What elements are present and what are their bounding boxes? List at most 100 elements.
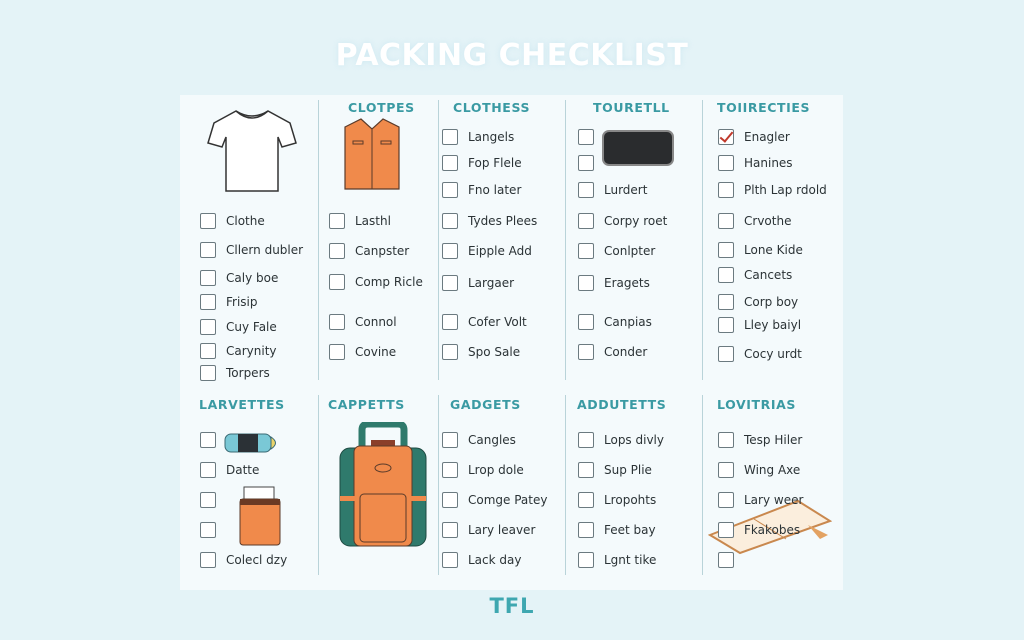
checkbox[interactable]	[442, 182, 458, 198]
checkbox[interactable]	[200, 343, 216, 359]
checkbox[interactable]	[718, 522, 734, 538]
checklist-item[interactable]	[200, 521, 216, 539]
checkbox[interactable]	[442, 522, 458, 538]
checkbox[interactable]	[442, 462, 458, 478]
checkbox[interactable]	[578, 275, 594, 291]
checkbox[interactable]	[578, 462, 594, 478]
checklist-item[interactable]	[578, 154, 594, 172]
checkbox[interactable]	[200, 522, 216, 538]
checklist-item[interactable]: Feet bay	[578, 521, 656, 539]
checkbox[interactable]	[718, 129, 734, 145]
checklist-item[interactable]: Covine	[329, 343, 396, 361]
checkbox[interactable]	[200, 552, 216, 568]
checklist-item[interactable]: Lropohts	[578, 491, 656, 509]
checkbox[interactable]	[442, 314, 458, 330]
checkbox[interactable]	[718, 492, 734, 508]
checkbox[interactable]	[578, 182, 594, 198]
checklist-item[interactable]: Comge Patey	[442, 491, 547, 509]
checkbox[interactable]	[718, 242, 734, 258]
checkbox[interactable]	[718, 294, 734, 310]
checklist-item[interactable]: Corp boy	[718, 293, 798, 311]
checklist-item[interactable]: Tydes Plees	[442, 212, 537, 230]
checkbox[interactable]	[718, 462, 734, 478]
checklist-item[interactable]: Lary leaver	[442, 521, 535, 539]
checklist-item[interactable]	[578, 128, 594, 146]
checklist-item[interactable]: Caly boe	[200, 269, 278, 287]
checklist-item[interactable]: Cllern dubler	[200, 241, 303, 259]
checklist-item[interactable]: Torpers	[200, 364, 270, 382]
checkbox[interactable]	[442, 344, 458, 360]
checklist-item[interactable]: Eragets	[578, 274, 650, 292]
checkbox[interactable]	[329, 274, 345, 290]
checkbox[interactable]	[329, 243, 345, 259]
checklist-item[interactable]: Lasthl	[329, 212, 391, 230]
checklist-item[interactable]: Lary weer	[718, 491, 803, 509]
checkbox[interactable]	[718, 317, 734, 333]
checkbox[interactable]	[442, 552, 458, 568]
checkbox[interactable]	[578, 344, 594, 360]
checklist-item[interactable]: Cocy urdt	[718, 345, 802, 363]
checkbox[interactable]	[578, 243, 594, 259]
checkbox[interactable]	[718, 182, 734, 198]
checkbox[interactable]	[200, 242, 216, 258]
checklist-item[interactable]: Langels	[442, 128, 514, 146]
checkbox[interactable]	[329, 213, 345, 229]
checkbox[interactable]	[200, 432, 216, 448]
checklist-item[interactable]: Cancets	[718, 266, 792, 284]
checklist-item[interactable]: Enagler	[718, 128, 790, 146]
checklist-item[interactable]: Lley baiyl	[718, 316, 801, 334]
checkbox[interactable]	[718, 155, 734, 171]
checklist-item[interactable]: Eipple Add	[442, 242, 532, 260]
checklist-item[interactable]: Frisip	[200, 293, 258, 311]
checklist-item[interactable]: Conder	[578, 343, 647, 361]
checklist-item[interactable]: Connol	[329, 313, 397, 331]
checklist-item[interactable]: Crvothe	[718, 212, 791, 230]
checklist-item[interactable]: Largaer	[442, 274, 514, 292]
checklist-item[interactable]: Lops divly	[578, 431, 664, 449]
checkbox[interactable]	[442, 155, 458, 171]
checklist-item[interactable]	[200, 431, 216, 449]
checkbox[interactable]	[442, 432, 458, 448]
checkbox[interactable]	[578, 129, 594, 145]
checkbox[interactable]	[442, 275, 458, 291]
checkbox[interactable]	[718, 213, 734, 229]
checkbox[interactable]	[200, 213, 216, 229]
checklist-item[interactable]	[718, 551, 734, 569]
checklist-item[interactable]: Lurdert	[578, 181, 647, 199]
checklist-item[interactable]	[200, 491, 216, 509]
checkbox[interactable]	[329, 344, 345, 360]
checklist-item[interactable]: Datte	[200, 461, 259, 479]
checkbox[interactable]	[200, 294, 216, 310]
checklist-item[interactable]: Cangles	[442, 431, 516, 449]
checkbox[interactable]	[578, 432, 594, 448]
checklist-item[interactable]: Plth Lap rdold	[718, 181, 827, 199]
checklist-item[interactable]: Corpy roet	[578, 212, 667, 230]
checklist-item[interactable]: Canpias	[578, 313, 652, 331]
checklist-item[interactable]: Conlpter	[578, 242, 655, 260]
checkbox[interactable]	[718, 552, 734, 568]
checkbox[interactable]	[442, 129, 458, 145]
checklist-item[interactable]: Wing Axe	[718, 461, 800, 479]
checklist-item[interactable]: Lrop dole	[442, 461, 524, 479]
checklist-item[interactable]: Cofer Volt	[442, 313, 527, 331]
checkbox[interactable]	[442, 213, 458, 229]
checkbox[interactable]	[718, 432, 734, 448]
checkbox[interactable]	[578, 155, 594, 171]
checkbox[interactable]	[442, 492, 458, 508]
checklist-item[interactable]: Fkakobes	[718, 521, 800, 539]
checkbox[interactable]	[578, 314, 594, 330]
checklist-item[interactable]: Lack day	[442, 551, 521, 569]
checklist-item[interactable]: Lone Kide	[718, 241, 803, 259]
checklist-item[interactable]: Lgnt tike	[578, 551, 656, 569]
checkbox[interactable]	[578, 552, 594, 568]
checkbox[interactable]	[578, 522, 594, 538]
checklist-item[interactable]: Spo Sale	[442, 343, 520, 361]
checkbox[interactable]	[329, 314, 345, 330]
checklist-item[interactable]: Fop Flele	[442, 154, 522, 172]
checkbox[interactable]	[200, 270, 216, 286]
checkbox[interactable]	[442, 243, 458, 259]
checkbox[interactable]	[200, 365, 216, 381]
checklist-item[interactable]: Clothe	[200, 212, 265, 230]
checklist-item[interactable]: Sup Plie	[578, 461, 652, 479]
checkbox[interactable]	[200, 462, 216, 478]
